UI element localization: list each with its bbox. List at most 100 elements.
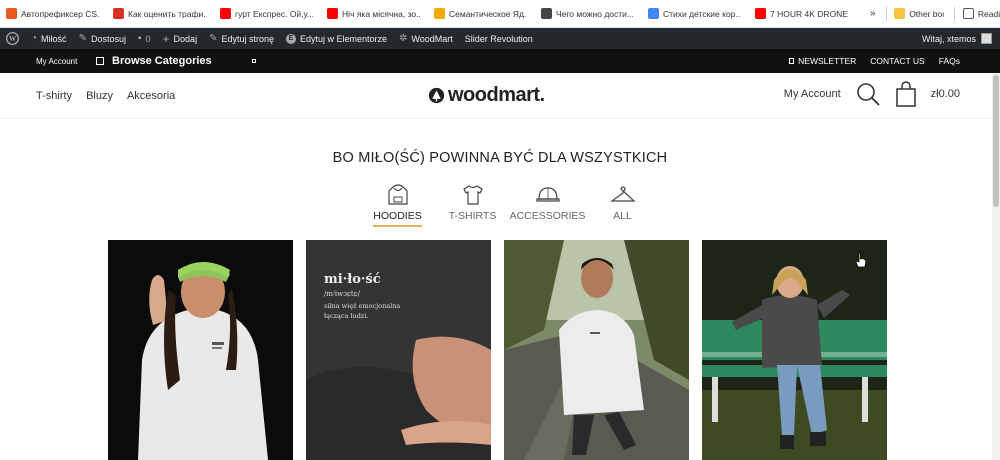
tab-hoodies-label: HOODIES — [373, 210, 422, 227]
bookmark-label: 7 HOUR 4K DRONE... — [770, 8, 848, 19]
cap-icon — [535, 187, 560, 202]
comment-icon: ▪ — [137, 32, 142, 44]
menu-icon — [96, 57, 104, 65]
bookmark-item[interactable]: Стихи детские кор... — [648, 8, 741, 19]
site-name-link[interactable]: ◔ Miłość — [25, 32, 73, 44]
avatar — [981, 33, 992, 44]
bookmark-label: Ніч яка місячна, зо... — [342, 8, 420, 19]
elementor-icon: E — [285, 33, 296, 44]
favicon-icon — [113, 8, 124, 19]
bookmark-item[interactable]: Автопрефиксер CS... — [6, 8, 99, 19]
page-title: BO MIŁO(ŚĆ) POWINNA BYĆ DLA WSZYSTKICH — [332, 150, 668, 166]
bookmarks-divider — [954, 6, 955, 21]
site-logo[interactable]: woodmart. — [428, 84, 545, 107]
bookmark-label: Как оценить трафи... — [128, 8, 206, 19]
product-card[interactable] — [504, 240, 689, 460]
woodmart-link[interactable]: ✲ WoodMart — [393, 33, 459, 44]
bookmark-label: Стихи детские кор... — [663, 8, 741, 19]
nav-item-akcesoria[interactable]: Akcesoria — [127, 90, 175, 102]
print-line2: łącząca ludzi. — [324, 312, 369, 320]
reading-list[interactable]: Reading list — [962, 8, 1000, 19]
logo-text: woodmart. — [448, 84, 545, 106]
bookmark-label: Чего можно дости... — [556, 8, 634, 19]
tab-accessories-label: ACCESSORIES — [509, 210, 586, 222]
scrollbar-thumb[interactable] — [993, 75, 999, 207]
page-scrollbar[interactable] — [992, 73, 1000, 460]
product-card[interactable] — [702, 240, 887, 460]
add-new-label: Dodaj — [173, 33, 198, 44]
newsletter-link[interactable]: NEWSLETTER — [789, 56, 856, 66]
favicon-icon — [755, 8, 766, 19]
shopping-bag-icon[interactable] — [895, 81, 917, 107]
add-new-link[interactable]: + Dodaj — [157, 33, 204, 45]
other-bookmarks[interactable]: Other bookmarks — [894, 8, 944, 19]
print-phonetic: /mʲiwɔɕtɕ/ — [324, 290, 361, 298]
bookmark-item[interactable]: 7 HOUR 4K DRONE... — [755, 8, 848, 19]
tab-tshirts-label: T-SHIRTS — [448, 210, 497, 222]
hanger-icon — [609, 186, 636, 202]
account-greeting[interactable]: Witaj, xtemos — [922, 33, 1000, 44]
comments-count: 0 — [145, 33, 151, 44]
faqs-link[interactable]: FAQs — [939, 56, 960, 66]
comments-link[interactable]: ▪ 0 — [132, 32, 157, 44]
greeting-label: Witaj, xtemos — [921, 33, 976, 44]
product-image — [504, 240, 689, 460]
bookmark-label: Семантическое Яд... — [449, 8, 527, 19]
customize-link[interactable]: ✎ Dostosuj — [73, 32, 132, 44]
product-card[interactable] — [108, 240, 293, 460]
slider-revolution-link[interactable]: Slider Revolution — [459, 34, 539, 44]
tab-tshirts[interactable]: T-SHIRTS — [435, 182, 510, 227]
category-tabs: HOODIES T-SHIRTS ACCESSORIES ALL — [360, 182, 660, 227]
tab-accessories[interactable]: ACCESSORIES — [510, 182, 585, 227]
main-header: T-shirty Bluzy Akcesoria woodmart. My Ac… — [0, 73, 1000, 119]
nav-item-bluzy[interactable]: Bluzy — [86, 90, 113, 102]
bookmark-item[interactable]: Как оценить трафи... — [113, 8, 206, 19]
header-my-account-link[interactable]: My Account — [784, 88, 841, 100]
bookmark-item[interactable]: Чего можно дости... — [541, 8, 634, 19]
pencil-icon: ✎ — [209, 32, 218, 44]
reading-list-icon — [962, 8, 974, 19]
product-image — [702, 240, 887, 460]
wp-admin-bar: W ◔ Miłość ✎ Dostosuj ▪ 0 + Dodaj ✎ Edyt… — [0, 28, 1000, 49]
edit-elementor-label: Edytuj w Elementorze — [299, 33, 388, 44]
wordpress-menu[interactable]: W — [0, 32, 25, 45]
plus-icon: + — [162, 31, 170, 46]
tab-hoodies[interactable]: HOODIES — [360, 182, 435, 227]
edit-elementor-link[interactable]: E Edytuj w Elementorze — [280, 33, 393, 44]
browse-categories-label: Browse Categories — [112, 55, 212, 67]
mail-icon — [789, 58, 795, 64]
bookmark-item[interactable]: Ніч яка місячна, зо... — [327, 8, 420, 19]
bookmark-label: гурт Експрес. Ой,у... — [235, 8, 313, 19]
edit-page-label: Edytuj stronę — [221, 33, 274, 44]
product-image — [108, 240, 293, 460]
search-icon[interactable] — [855, 81, 881, 107]
favicon-icon — [434, 8, 445, 19]
tshirt-icon — [462, 185, 483, 205]
main-nav: T-shirty Bluzy Akcesoria — [0, 90, 175, 102]
dashboard-icon: ◔ — [31, 32, 38, 44]
cart-total[interactable]: zł0.00 — [931, 88, 960, 100]
print-line1: silna więź emocjonalna — [324, 302, 401, 310]
topbar-my-account[interactable]: My Account — [0, 57, 96, 66]
wordpress-icon: W — [6, 32, 19, 45]
browse-categories-button[interactable]: Browse Categories — [96, 55, 212, 67]
brush-icon: ✎ — [78, 32, 87, 44]
top-bar: My Account Browse Categories NEWSLETTER … — [0, 49, 1000, 73]
edit-page-link[interactable]: ✎ Edytuj stronę — [203, 32, 280, 44]
dropdown-marker-icon — [251, 59, 256, 63]
bookmarks-bar: Автопрефиксер CS... Как оценить трафи... г… — [0, 0, 1000, 28]
tree-logo-icon — [428, 87, 445, 104]
product-card[interactable]: mi·ło·ść /mʲiwɔɕtɕ/ silna więź emocjonal… — [306, 240, 491, 460]
favicon-icon — [327, 8, 338, 19]
bookmarks-more-chevron[interactable]: » — [870, 8, 876, 19]
contact-us-link[interactable]: CONTACT US — [870, 56, 924, 66]
bookmarks-divider — [885, 6, 887, 21]
nav-item-tshirty[interactable]: T-shirty — [36, 90, 72, 102]
customize-label: Dostosuj — [90, 33, 126, 44]
woodmart-label: WoodMart — [411, 33, 453, 44]
bookmark-item[interactable]: Семантическое Яд... — [434, 8, 527, 19]
favicon-icon — [648, 8, 659, 19]
tab-all-label: ALL — [613, 210, 632, 222]
bookmark-item[interactable]: гурт Експрес. Ой,у... — [220, 8, 313, 19]
tab-all[interactable]: ALL — [585, 182, 660, 227]
